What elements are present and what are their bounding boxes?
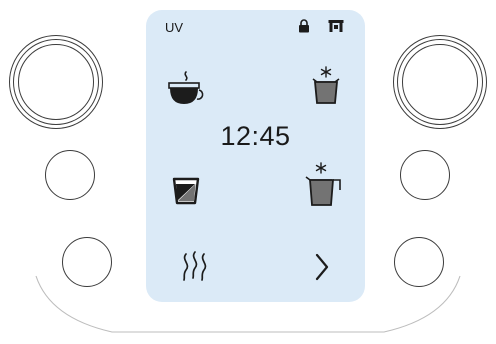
hot-water-icon[interactable] [170,173,202,207]
clock-time: 12:45 [220,121,291,151]
right-middle-button[interactable] [400,150,450,200]
coffee-cup-icon[interactable] [166,68,212,108]
left-top-dial[interactable] [9,35,103,129]
steam-icon[interactable] [177,250,213,284]
mode-label: UV [165,20,184,35]
cold-cup-icon[interactable] [309,65,343,109]
right-top-dial[interactable] [393,35,487,129]
cold-jug-icon[interactable] [304,160,348,210]
screen-lock-icon [328,20,344,32]
left-middle-button[interactable] [45,150,95,200]
lock-icon [299,19,309,33]
display-screen: UV 12:45 [146,10,365,302]
chevron-right-icon[interactable] [312,252,332,282]
left-bottom-button[interactable] [62,237,112,287]
right-bottom-button[interactable] [394,237,444,287]
